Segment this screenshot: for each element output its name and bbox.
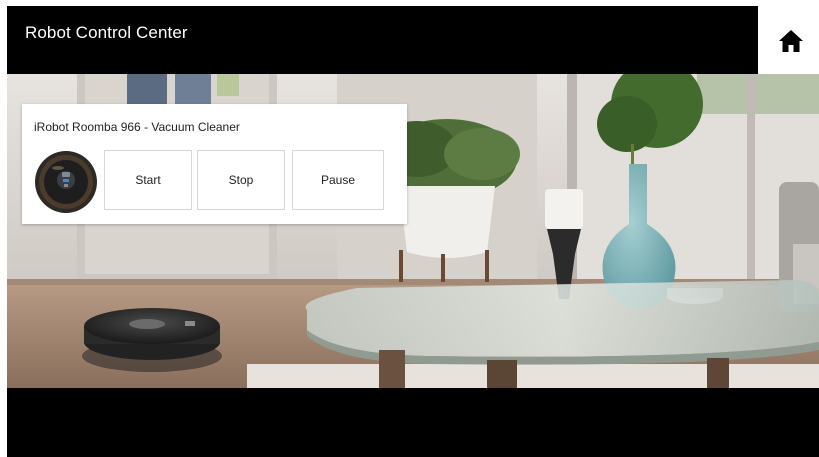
robot-vacuum-icon bbox=[35, 151, 97, 213]
header-bar: Robot Control Center bbox=[7, 6, 758, 74]
device-control-card: iRobot Roomba 966 - Vacuum Cleaner Start… bbox=[22, 104, 407, 224]
pause-button[interactable]: Pause bbox=[292, 150, 384, 210]
bottom-band bbox=[7, 388, 819, 457]
device-title: iRobot Roomba 966 - Vacuum Cleaner bbox=[34, 120, 240, 134]
app-screen: Robot Control Center iRobot Roomba 966 -… bbox=[0, 0, 819, 457]
app-title: Robot Control Center bbox=[25, 23, 188, 42]
home-icon bbox=[779, 30, 803, 52]
start-button[interactable]: Start bbox=[104, 150, 192, 210]
home-button[interactable] bbox=[768, 18, 814, 64]
stop-button[interactable]: Stop bbox=[197, 150, 285, 210]
